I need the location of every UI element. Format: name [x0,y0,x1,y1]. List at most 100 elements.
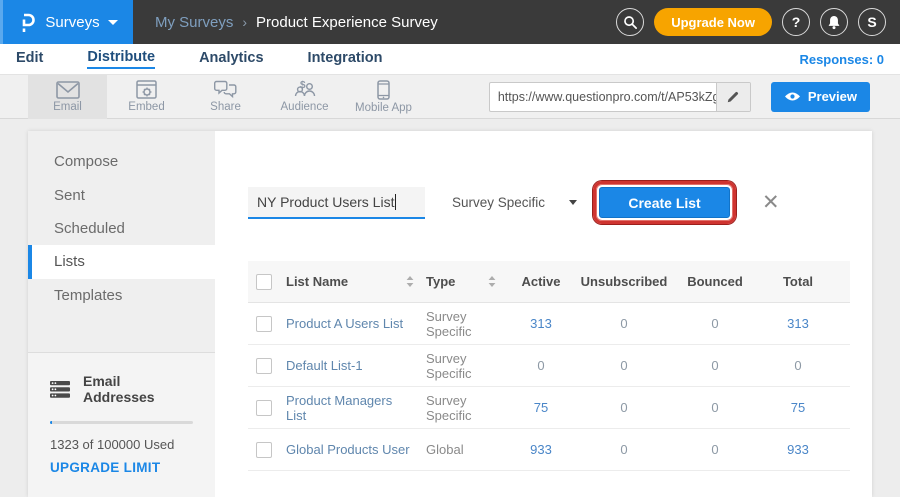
unsubscribed-count[interactable]: 0 [620,442,627,457]
help-button[interactable]: ? [782,8,810,36]
create-list-form: NY Product Users List Survey Specific Cr… [248,181,872,224]
bell-icon [827,15,841,30]
active-count[interactable]: 0 [537,358,544,373]
total-count[interactable]: 75 [791,400,805,415]
tab-distribute[interactable]: Distribute [87,49,155,69]
list-name-link[interactable]: Product Managers List [286,393,414,423]
unsubscribed-count[interactable]: 0 [620,316,627,331]
toolbar-item-audience[interactable]: $ Audience [265,75,344,119]
total-count[interactable]: 313 [787,316,809,331]
question-mark-icon: ? [792,14,801,30]
sort-icon[interactable] [406,276,414,287]
column-type[interactable]: Type [426,274,455,289]
eye-icon [784,91,801,102]
sidebar-item-label: Sent [54,187,85,204]
list-type: Survey Specific [426,393,496,423]
toolbar-item-mobile-app[interactable]: Mobile App [344,75,423,119]
bounced-count[interactable]: 0 [711,442,718,457]
tab-analytics[interactable]: Analytics [199,50,263,68]
sidebar-item-label: Scheduled [54,220,125,237]
toolbar-item-embed[interactable]: Embed [107,75,186,119]
audience-icon: $ [293,80,316,99]
sidebar-item-scheduled[interactable]: Scheduled [28,212,215,245]
sidebar-item-templates[interactable]: Templates [28,279,215,312]
tab-integration[interactable]: Integration [308,50,383,68]
sidebar-item-lists[interactable]: Lists [28,245,215,278]
table-body: Product A Users List Survey Specific 313… [248,303,850,471]
toolbar-label: Email [53,101,82,113]
content-area: Compose Sent Scheduled Lists Templates [0,119,900,497]
unsubscribed-count[interactable]: 0 [620,400,627,415]
search-icon [623,15,638,30]
total-count[interactable]: 933 [787,442,809,457]
sidebar-item-label: Compose [54,153,118,170]
address-list-icon [50,381,70,398]
active-count[interactable]: 933 [530,442,552,457]
upgrade-limit-link[interactable]: UPGRADE LIMIT [50,460,160,475]
edit-url-button[interactable] [716,83,750,111]
top-header: Surveys My Surveys › Product Experience … [0,0,900,44]
column-list-name[interactable]: List Name [286,274,348,289]
list-name-input[interactable]: NY Product Users List [248,187,425,219]
logo-label: Surveys [45,14,99,31]
chevron-down-icon [108,20,118,25]
active-count[interactable]: 75 [534,400,548,415]
list-name-link[interactable]: Global Products User [286,442,410,457]
toolbar-item-email[interactable]: Email [28,75,107,119]
questionpro-logo-icon [18,12,37,33]
list-name-link[interactable]: Product A Users List [286,316,403,331]
toolbar-label: Mobile App [355,102,412,114]
bounced-count[interactable]: 0 [711,400,718,415]
sidebar-item-sent[interactable]: Sent [28,178,215,211]
header-actions: Upgrade Now ? S [616,8,900,36]
row-checkbox[interactable] [256,316,272,332]
upgrade-now-button[interactable]: Upgrade Now [654,8,772,36]
table-row: Global Products User Global 933 0 0 933 [248,429,850,471]
total-count[interactable]: 0 [794,358,801,373]
email-addresses-section: Email Addresses 1323 of 100000 Used UPGR… [28,352,215,497]
sidebar-item-label: Templates [54,287,122,304]
table-row: Default List-1 Survey Specific 0 0 0 0 [248,345,850,387]
survey-tabs: Edit Distribute Analytics Integration Re… [0,44,900,74]
column-total: Total [783,274,813,289]
row-checkbox[interactable] [256,442,272,458]
toolbar-label: Audience [281,101,329,113]
toolbar-item-share[interactable]: Share [186,75,265,119]
sidebar-item-compose[interactable]: Compose [28,145,215,178]
notifications-button[interactable] [820,8,848,36]
list-name-link[interactable]: Default List-1 [286,358,363,373]
column-bounced: Bounced [687,274,743,289]
lists-main-panel: NY Product Users List Survey Specific Cr… [215,131,872,497]
select-all-checkbox[interactable] [256,274,272,290]
tab-edit[interactable]: Edit [16,50,43,68]
list-type-value: Survey Specific [452,195,545,210]
list-name-value: NY Product Users List [257,194,394,210]
create-list-button[interactable]: Create List [599,187,730,218]
list-type-select[interactable]: Survey Specific [452,195,577,210]
list-type: Survey Specific [426,351,496,381]
unsubscribed-count[interactable]: 0 [620,358,627,373]
preview-button[interactable]: Preview [771,82,870,112]
row-checkbox[interactable] [256,400,272,416]
column-unsubscribed: Unsubscribed [581,274,668,289]
bounced-count[interactable]: 0 [711,316,718,331]
survey-url-input[interactable]: https://www.questionpro.com/t/AP53kZgfo [490,83,716,111]
usage-progress-fill [50,421,52,424]
chevron-down-icon [569,200,577,205]
search-button[interactable] [616,8,644,36]
table-header-row: List Name Type Active Unsubscribed Bounc… [248,261,850,303]
red-highlight-annotation: Create List [593,181,736,224]
account-avatar[interactable]: S [858,8,886,36]
breadcrumb: My Surveys › Product Experience Survey [155,14,438,31]
table-row: Product A Users List Survey Specific 313… [248,303,850,345]
surveys-menu[interactable]: Surveys [0,0,133,44]
active-count[interactable]: 313 [530,316,552,331]
row-checkbox[interactable] [256,358,272,374]
responses-count[interactable]: Responses: 0 [799,52,884,67]
lists-card: Compose Sent Scheduled Lists Templates [28,131,872,497]
breadcrumb-my-surveys[interactable]: My Surveys [155,14,233,31]
distribute-toolbar: Email Embed Share $ [0,74,900,119]
sort-icon[interactable] [488,276,496,287]
close-icon[interactable]: ✕ [762,192,780,213]
bounced-count[interactable]: 0 [711,358,718,373]
